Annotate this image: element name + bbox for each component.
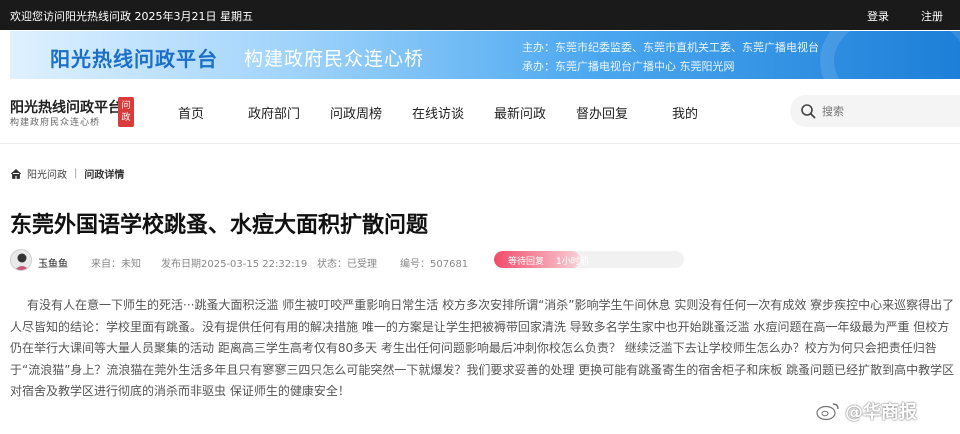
- source-field: 来自：未知: [91, 259, 141, 270]
- nav-item-supervision[interactable]: 督办回复: [576, 103, 628, 122]
- nav-item-home[interactable]: 首页: [178, 103, 204, 122]
- register-link[interactable]: 注册: [921, 8, 943, 24]
- search-box[interactable]: [790, 95, 960, 127]
- user-avatar-icon: [14, 253, 30, 270]
- banner-decoration: [820, 31, 960, 79]
- search-input[interactable]: [822, 101, 942, 121]
- header-banner: 阳光热线问政平台 构建政府民众连心桥 主办：东莞市纪委监委、东莞市直机关工委、东…: [10, 31, 960, 79]
- welcome-text: 欢迎您访问阳光热线问政 2025年3月21日 星期五: [10, 10, 253, 23]
- site-logo-title[interactable]: 阳光热线问政平台: [10, 97, 122, 117]
- nav-item-departments[interactable]: 政府部门: [248, 103, 300, 122]
- banner-organizer: 承办：东莞广播电视台广播中心 东莞阳光网: [522, 60, 735, 73]
- avatar: [10, 249, 32, 271]
- author-name[interactable]: 玉鱼鱼: [38, 255, 68, 270]
- nav-item-latest[interactable]: 最新问政: [494, 103, 546, 122]
- status-field: 状态：已受理: [317, 259, 377, 270]
- login-link[interactable]: 登录: [867, 8, 889, 24]
- banner-slogan: 构建政府民众连心桥: [244, 48, 425, 70]
- top-bar: 欢迎您访问阳光热线问政 2025年3月21日 星期五 登录 注册: [0, 0, 960, 30]
- published-date: 发布日期2025-03-15 22:32:19: [161, 259, 308, 270]
- breadcrumb-current: 问政详情: [84, 170, 125, 181]
- logo-badge: 问政: [118, 97, 134, 127]
- watermark-text: @华商报: [845, 402, 917, 423]
- breadcrumb-home-link[interactable]: 阳光问政: [27, 166, 67, 181]
- article-meta: 玉鱼鱼 来自：未知 发布日期2025-03-15 22:32:19 状态：已受理…: [10, 248, 710, 274]
- progress-time: 1小时前: [556, 257, 589, 267]
- main-nav-bar: 阳光热线问政平台 构建政府民众连心桥 问政 首页 政府部门 问政周榜 在线访谈 …: [0, 80, 960, 144]
- breadcrumb-separator: |: [74, 168, 78, 179]
- banner-host: 主办：东莞市纪委监委、东莞市直机关工委、东莞广播电视台: [522, 41, 819, 54]
- breadcrumb: 阳光问政 | 问政详情: [10, 166, 124, 181]
- nav-item-weekly-rank[interactable]: 问政周榜: [330, 103, 382, 122]
- site-logo-subtitle: 构建政府民众连心桥: [10, 118, 101, 128]
- weibo-logo-icon: [816, 403, 839, 421]
- home-icon: [10, 168, 22, 179]
- page-title: 东莞外国语学校跳蚤、水痘大面积扩散问题: [10, 213, 429, 238]
- nav-item-interviews[interactable]: 在线访谈: [412, 103, 464, 122]
- nav-item-mine[interactable]: 我的: [672, 103, 698, 122]
- watermark: @华商报: [815, 398, 917, 424]
- reply-progress-bar: 等待回复 1小时前: [494, 251, 684, 268]
- article-body: 有没有人在意一下师生的死活···跳蚤大面积泛滥 师生被叮咬严重影响日常生活 校方…: [10, 298, 955, 398]
- banner-title: 阳光热线问政平台: [50, 47, 218, 71]
- search-icon: [801, 104, 816, 119]
- progress-label: 等待回复: [508, 257, 545, 267]
- number-field: 编号：507681: [400, 259, 469, 270]
